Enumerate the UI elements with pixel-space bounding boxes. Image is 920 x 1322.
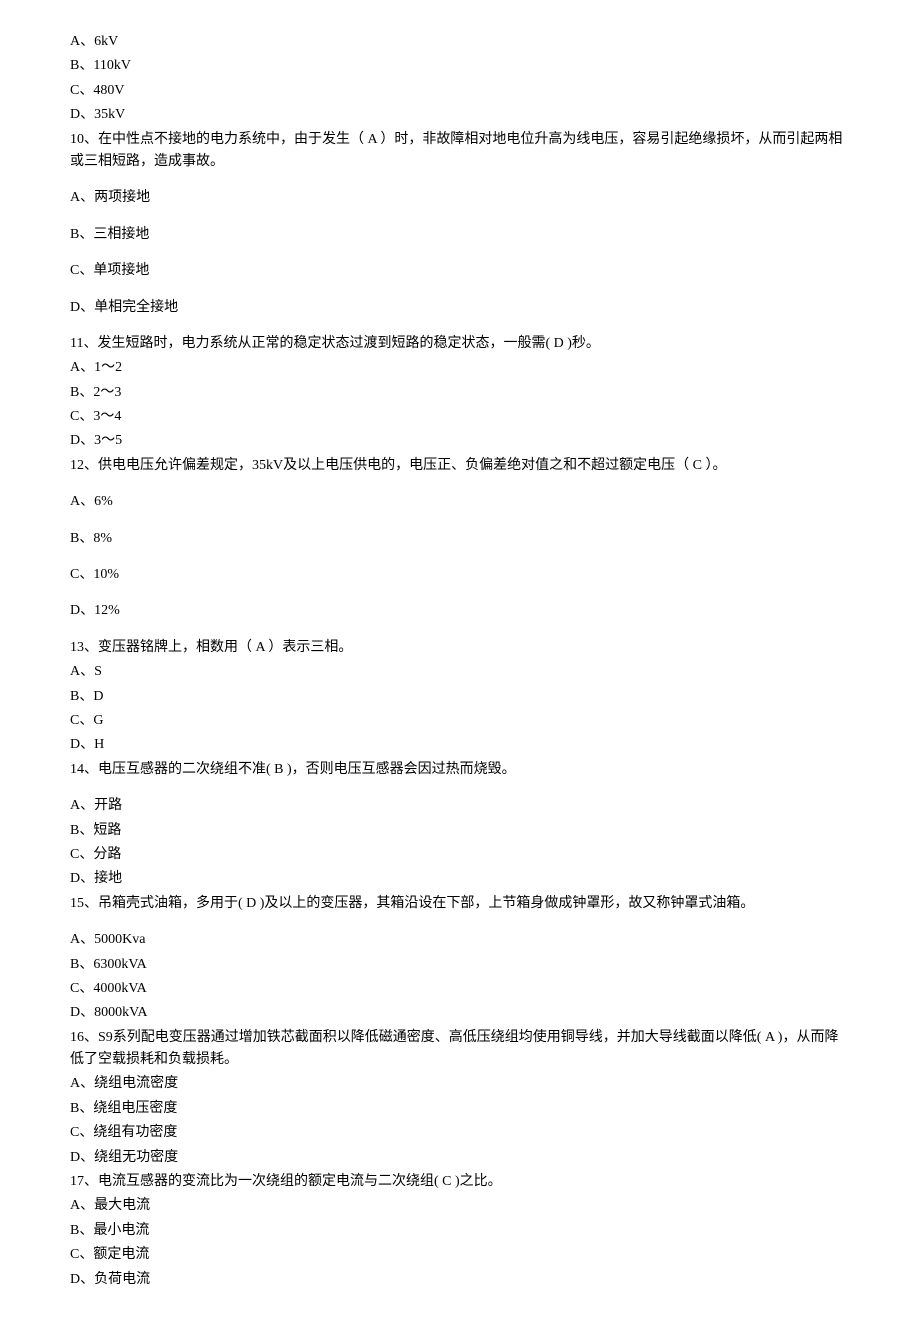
q10-option-c: C、单项接地	[70, 259, 850, 283]
q11-option-b: B、2～3	[70, 381, 850, 405]
q14-option-d: D、接地	[70, 867, 850, 891]
q10-option-b: B、三相接地	[70, 223, 850, 247]
q10-text: 10、在中性点不接地的电力系统中，由于发生（ A ）时，非故障相对地电位升高为线…	[70, 128, 850, 175]
q9-option-a: A、6kV	[70, 30, 850, 54]
q15-option-b: B、6300kVA	[70, 953, 850, 977]
q9-option-d: D、35kV	[70, 103, 850, 127]
q17-option-c: C、额定电流	[70, 1243, 850, 1267]
q10-option-d: D、单相完全接地	[70, 296, 850, 320]
q16-text: 16、S9系列配电变压器通过增加铁芯截面积以降低磁通密度、高低压绕组均使用铜导线…	[70, 1026, 850, 1073]
q12-option-a: A、6%	[70, 490, 850, 514]
q13-option-b: B、D	[70, 685, 850, 709]
q13-option-d: D、H	[70, 733, 850, 757]
q15-text: 15、吊箱壳式油箱，多用于( D )及以上的变压器，其箱沿设在下部，上节箱身做成…	[70, 892, 850, 916]
q11-option-c: C、3～4	[70, 405, 850, 429]
q12-option-b: B、8%	[70, 527, 850, 551]
q14-option-b: B、短路	[70, 819, 850, 843]
q15-option-c: C、4000kVA	[70, 977, 850, 1001]
q15-option-d: D、8000kVA	[70, 1001, 850, 1025]
q11-text: 11、发生短路时，电力系统从正常的稳定状态过渡到短路的稳定状态，一般需( D )…	[70, 332, 850, 356]
q9-option-b: B、110kV	[70, 54, 850, 78]
q17-option-a: A、最大电流	[70, 1194, 850, 1218]
q15-option-a: A、5000Kva	[70, 928, 850, 952]
q11-option-a: A、1～2	[70, 356, 850, 380]
q12-option-d: D、12%	[70, 599, 850, 623]
q13-option-a: A、S	[70, 660, 850, 684]
q13-text: 13、变压器铭牌上，相数用（ A ）表示三相。	[70, 636, 850, 660]
q17-option-b: B、最小电流	[70, 1219, 850, 1243]
q9-option-c: C、480V	[70, 79, 850, 103]
q12-text: 12、供电电压允许偏差规定，35kV及以上电压供电的，电压正、负偏差绝对值之和不…	[70, 454, 850, 478]
q16-option-b: B、绕组电压密度	[70, 1097, 850, 1121]
q14-option-a: A、开路	[70, 794, 850, 818]
q14-text: 14、电压互感器的二次绕组不准( B )，否则电压互感器会因过热而烧毁。	[70, 758, 850, 782]
q10-option-a: A、两项接地	[70, 186, 850, 210]
q16-option-d: D、绕组无功密度	[70, 1146, 850, 1170]
q13-option-c: C、G	[70, 709, 850, 733]
q14-option-c: C、分路	[70, 843, 850, 867]
q16-option-c: C、绕组有功密度	[70, 1121, 850, 1145]
q16-option-a: A、绕组电流密度	[70, 1072, 850, 1096]
q11-option-d: D、3～5	[70, 429, 850, 453]
q17-option-d: D、负荷电流	[70, 1268, 850, 1292]
q12-option-c: C、10%	[70, 563, 850, 587]
